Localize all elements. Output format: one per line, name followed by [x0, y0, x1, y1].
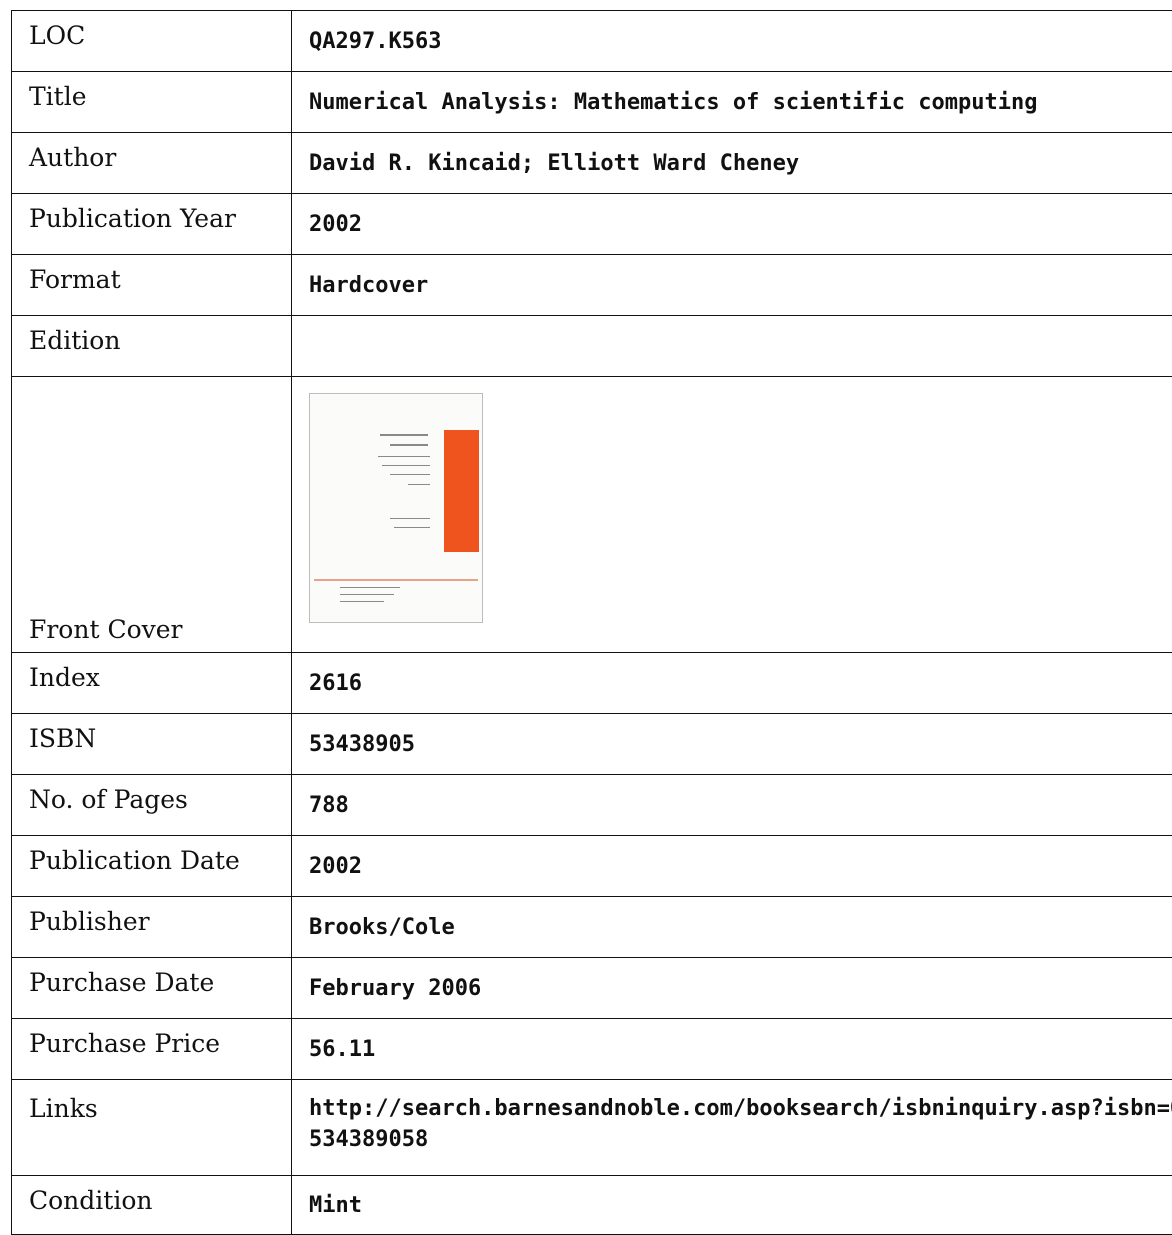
field-value: Brooks/Cole [292, 897, 1172, 958]
row-links: Links http://search.barnesandnoble.com/b… [12, 1080, 1172, 1176]
row-purchase-date: Purchase Date February 2006 [12, 958, 1172, 1019]
cover-publisher-line [340, 601, 384, 602]
row-author: Author David R. Kincaid; Elliott Ward Ch… [12, 133, 1172, 194]
field-label: Purchase Price [12, 1019, 292, 1080]
field-value [292, 316, 1172, 377]
cover-publisher-line [340, 594, 394, 595]
cover-author-line [394, 527, 430, 528]
row-isbn: ISBN 53438905 [12, 714, 1172, 775]
field-value: 2002 [292, 836, 1172, 897]
row-edition: Edition [12, 316, 1172, 377]
field-value: Mint [292, 1176, 1172, 1235]
field-label: LOC [12, 11, 292, 72]
field-value [292, 377, 1172, 653]
front-cover-image [309, 393, 483, 623]
row-publisher: Publisher Brooks/Cole [12, 897, 1172, 958]
field-value: David R. Kincaid; Elliott Ward Cheney [292, 133, 1172, 194]
field-label: Author [12, 133, 292, 194]
purchase-link[interactable]: http://search.barnesandnoble.com/booksea… [309, 1096, 1172, 1152]
field-label: Condition [12, 1176, 292, 1235]
field-label: Edition [12, 316, 292, 377]
cover-subtitle-line [378, 456, 430, 457]
cover-rule [314, 579, 478, 581]
field-value: 2616 [292, 653, 1172, 714]
field-label: Index [12, 653, 292, 714]
row-front-cover: Front Cover [12, 377, 1172, 653]
row-purchase-price: Purchase Price 56.11 [12, 1019, 1172, 1080]
cover-subtitle-line [408, 484, 430, 485]
row-loc: LOC QA297.K563 [12, 11, 1172, 72]
row-pages: No. of Pages 788 [12, 775, 1172, 836]
field-value: 53438905 [292, 714, 1172, 775]
cover-subtitle-line [382, 465, 430, 466]
cover-title-line [390, 444, 428, 446]
cover-publisher-line [340, 587, 400, 588]
row-format: Format Hardcover [12, 255, 1172, 316]
row-index: Index 2616 [12, 653, 1172, 714]
row-publication-date: Publication Date 2002 [12, 836, 1172, 897]
field-value: 788 [292, 775, 1172, 836]
field-label: Purchase Date [12, 958, 292, 1019]
field-label: Publisher [12, 897, 292, 958]
row-title: Title Numerical Analysis: Mathematics of… [12, 72, 1172, 133]
field-label: Publication Date [12, 836, 292, 897]
field-label: Title [12, 72, 292, 133]
field-label: No. of Pages [12, 775, 292, 836]
cover-accent-stripe [444, 430, 479, 552]
field-label: Front Cover [12, 377, 292, 653]
field-value: 56.11 [292, 1019, 1172, 1080]
field-label: ISBN [12, 714, 292, 775]
book-record-table: LOC QA297.K563 Title Numerical Analysis:… [11, 10, 1172, 1235]
field-value: http://search.barnesandnoble.com/booksea… [292, 1080, 1172, 1176]
field-value: Hardcover [292, 255, 1172, 316]
field-label: Format [12, 255, 292, 316]
field-value: 2002 [292, 194, 1172, 255]
field-label: Links [12, 1080, 292, 1176]
cover-author-line [390, 518, 430, 519]
cover-subtitle-line [390, 474, 430, 475]
row-condition: Condition Mint [12, 1176, 1172, 1235]
field-value: QA297.K563 [292, 11, 1172, 72]
field-value: Numerical Analysis: Mathematics of scien… [292, 72, 1172, 133]
cover-title-line [380, 434, 428, 436]
row-publication-year: Publication Year 2002 [12, 194, 1172, 255]
field-value: February 2006 [292, 958, 1172, 1019]
field-label: Publication Year [12, 194, 292, 255]
